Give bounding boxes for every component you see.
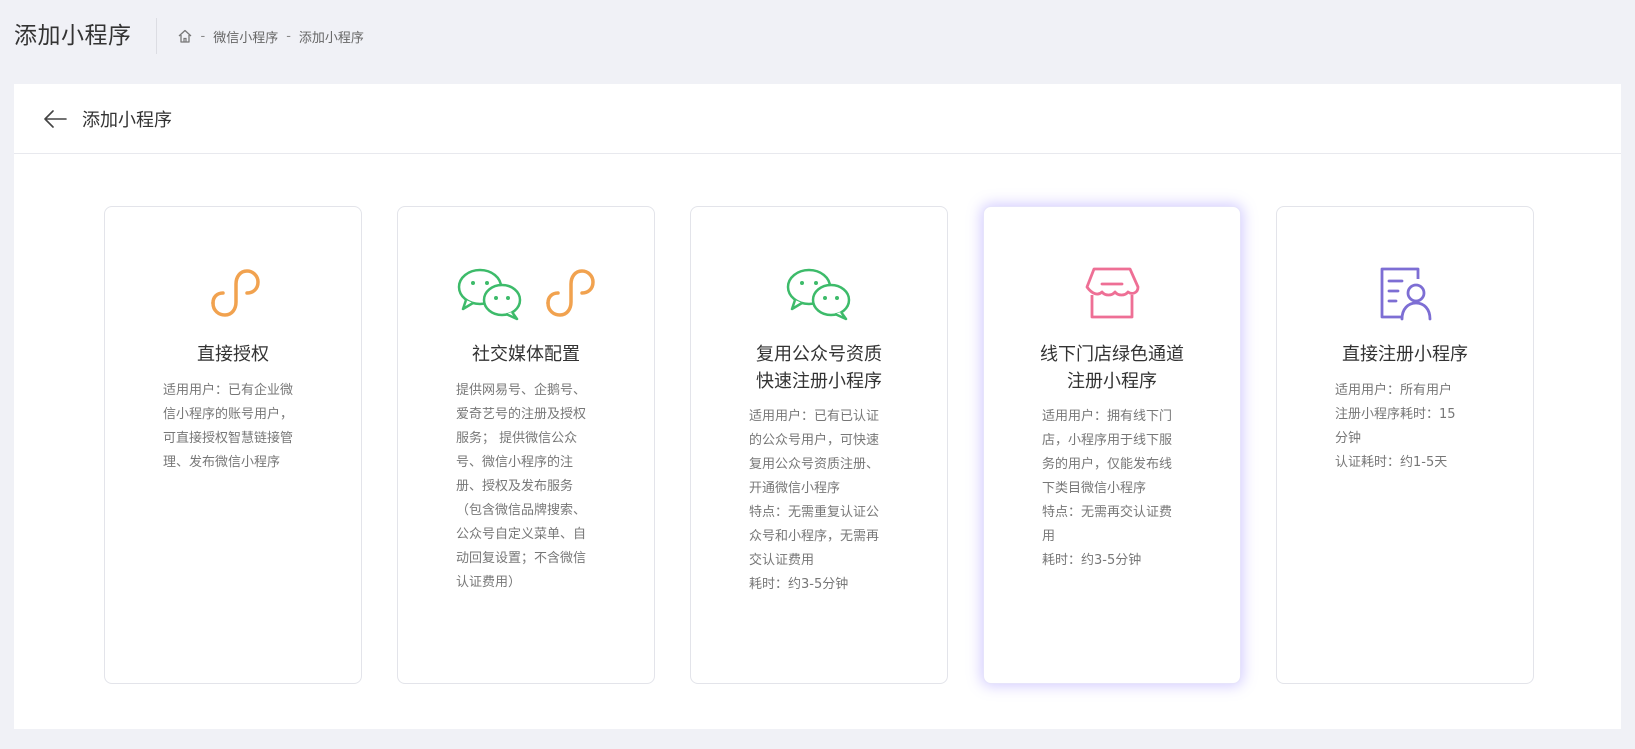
- breadcrumb-wechat-mini-program[interactable]: 微信小程序: [213, 27, 278, 46]
- breadcrumb-separator: -: [200, 28, 206, 44]
- card-social-media-config[interactable]: 社交媒体配置 提供网易号、企鹅号、 爱奇艺号的注册及授权 服务； 提供微信公众 …: [397, 206, 655, 684]
- page-header: 添加小程序 - 微信小程序 - 添加小程序: [0, 0, 1635, 72]
- mini-program-link-icon: [546, 269, 595, 317]
- card-description: 适用用户：已有企业微 信小程序的账号用户， 可直接授权智慧链接管 理、发布微信小…: [163, 383, 294, 470]
- card-reuse-official-account[interactable]: 复用公众号资质 快速注册小程序 适用用户：已有已认证 的公众号用户，可快速 复用…: [690, 206, 948, 684]
- card-direct-authorize[interactable]: 直接授权 适用用户：已有企业微 信小程序的账号用户， 可直接授权智慧链接管 理、…: [104, 206, 362, 684]
- card-title: 直接注册小程序: [1342, 344, 1468, 365]
- card-description: 适用用户：拥有线下门 店，小程序用于线下服 务的用户，仅能发布线 下类目微信小程…: [1042, 409, 1173, 568]
- breadcrumb-current: 添加小程序: [298, 30, 364, 46]
- card-title: 直接授权: [197, 344, 269, 365]
- card-description: 适用用户：已有已认证 的公众号用户，可快速 复用公众号资质注册、 开通微信小程序…: [749, 409, 880, 592]
- store-icon: [1085, 267, 1140, 319]
- panel-title: 添加小程序: [82, 109, 172, 131]
- card-description: 提供网易号、企鹅号、 爱奇艺号的注册及授权 服务； 提供微信公众 号、微信小程序…: [456, 383, 587, 590]
- mini-program-link-icon: [211, 269, 260, 317]
- breadcrumb: - 微信小程序 - 添加小程序: [177, 27, 364, 46]
- arrow-left-icon[interactable]: [42, 108, 68, 130]
- card-title: 社交媒体配置: [472, 344, 580, 365]
- card-offline-store-channel[interactable]: 线下门店绿色通道 注册小程序 适用用户：拥有线下门 店，小程序用于线下服 务的用…: [983, 206, 1241, 684]
- home-icon[interactable]: [177, 28, 193, 44]
- card-title: 线下门店绿色通道 注册小程序: [1040, 344, 1184, 392]
- panel-header: 添加小程序: [14, 84, 1621, 154]
- option-cards: 直接授权 适用用户：已有企业微 信小程序的账号用户， 可直接授权智慧链接管 理、…: [104, 206, 1534, 684]
- card-description: 适用用户：所有用户 注册小程序耗时：15 分钟 认证耗时：约1-5天: [1335, 383, 1456, 470]
- card-direct-register[interactable]: 直接注册小程序 适用用户：所有用户 注册小程序耗时：15 分钟 认证耗时：约1-…: [1276, 206, 1534, 684]
- user-profile-icon: [1380, 267, 1432, 321]
- page-title: 添加小程序: [14, 18, 157, 54]
- card-title: 复用公众号资质 快速注册小程序: [756, 344, 882, 392]
- main-panel: 添加小程序 直接授权 适用用户：已有企业微 信小程序的账号用户， 可直接授权智慧…: [14, 84, 1621, 729]
- wechat-icon: [786, 268, 851, 321]
- breadcrumb-separator: -: [286, 28, 291, 44]
- wechat-icon: [457, 268, 522, 321]
